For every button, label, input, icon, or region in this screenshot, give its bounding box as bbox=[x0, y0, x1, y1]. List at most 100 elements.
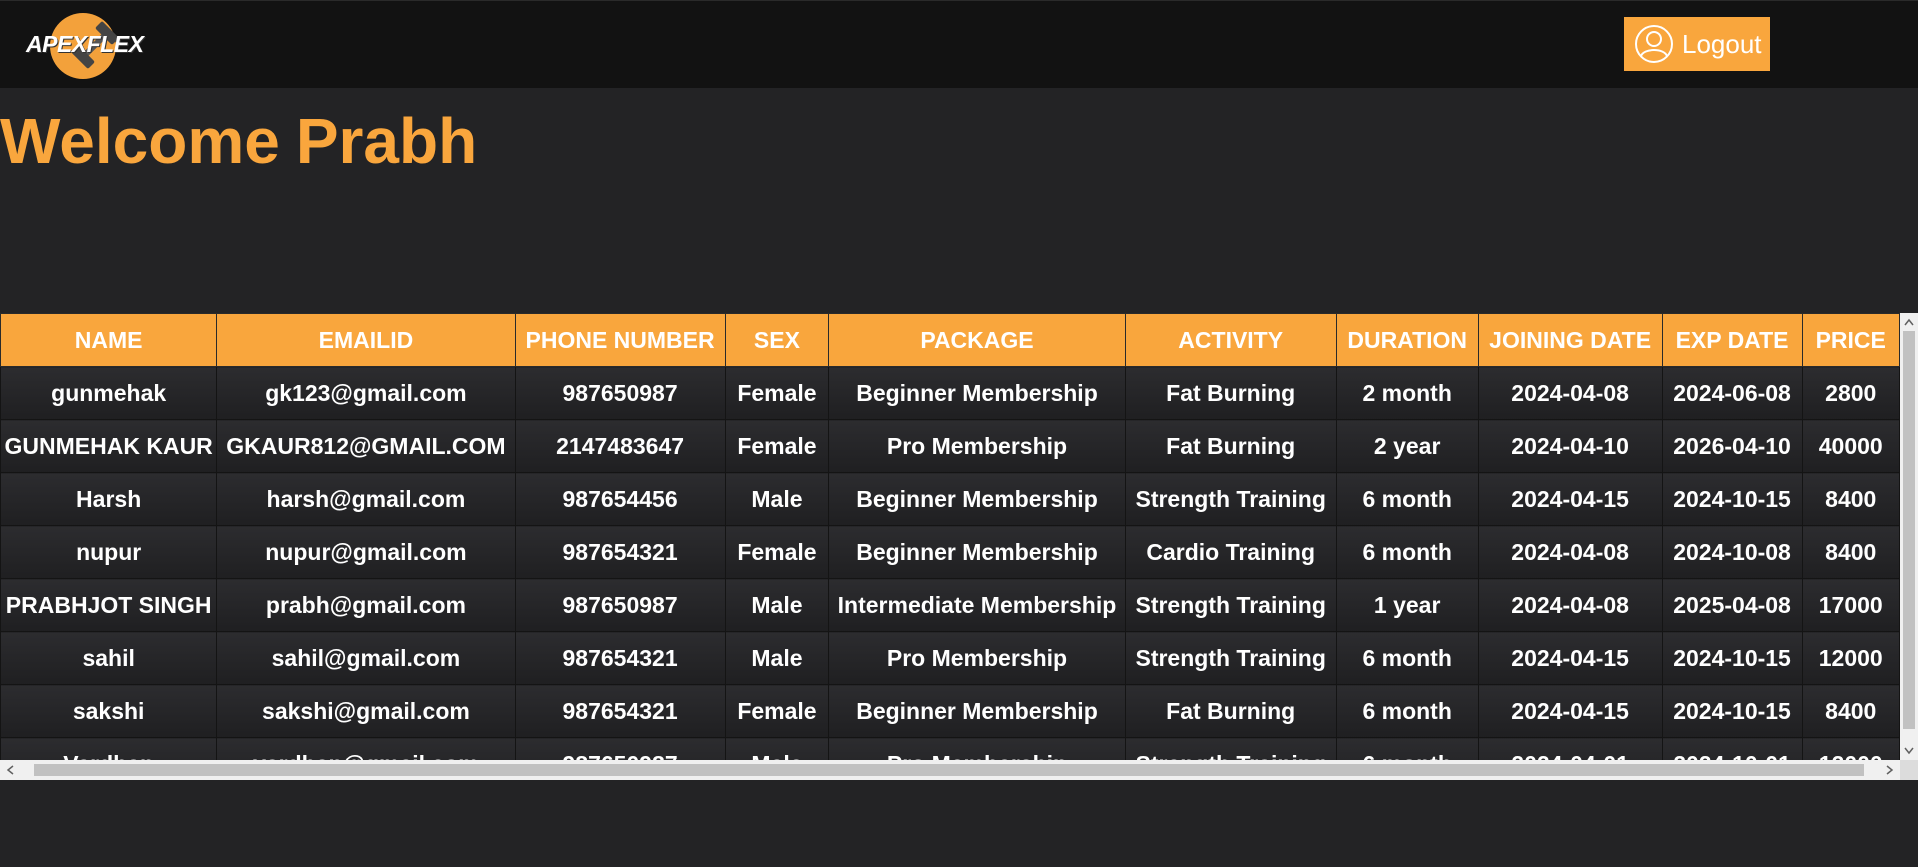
cell-exp-date: 2024-10-01 bbox=[1661, 737, 1803, 760]
column-header-name[interactable]: NAME bbox=[0, 313, 218, 367]
cell-name: Harsh bbox=[0, 472, 218, 526]
cell-exp-date: 2024-06-08 bbox=[1661, 366, 1803, 420]
cell-price: 8400 bbox=[1801, 525, 1900, 579]
cell-activity: Cardio Training bbox=[1124, 525, 1337, 579]
cell-joining-date: 2024-04-08 bbox=[1477, 366, 1663, 420]
column-header-activity[interactable]: ACTIVITY bbox=[1124, 313, 1337, 367]
cell-exp-date: 2026-04-10 bbox=[1661, 419, 1803, 473]
cell-exp-date: 2024-10-08 bbox=[1661, 525, 1803, 579]
cell-email: sahil@gmail.com bbox=[216, 631, 516, 685]
cell-duration: 6 month bbox=[1335, 684, 1479, 738]
column-header-exp-date[interactable]: EXP DATE bbox=[1661, 313, 1803, 367]
table-row: nupur nupur@gmail.com 987654321 Female Begin… bbox=[0, 525, 1900, 579]
cell-price: 17000 bbox=[1801, 578, 1900, 632]
cell-phone: 987654321 bbox=[514, 631, 726, 685]
page-title: Welcome Prabh bbox=[0, 104, 477, 178]
cell-activity: Strength Training bbox=[1124, 472, 1337, 526]
cell-email: gk123@gmail.com bbox=[216, 366, 516, 420]
scroll-up-arrow-icon[interactable] bbox=[1900, 313, 1918, 331]
column-header-sex[interactable]: SEX bbox=[724, 313, 830, 367]
cell-activity: Strength Training bbox=[1124, 737, 1337, 760]
cell-joining-date: 2024-04-15 bbox=[1477, 631, 1663, 685]
vertical-scrollbar[interactable] bbox=[1900, 313, 1918, 760]
cell-package: Intermediate Membership bbox=[828, 578, 1126, 632]
cell-package: Beginner Membership bbox=[828, 366, 1126, 420]
cell-joining-date: 2024-04-15 bbox=[1477, 472, 1663, 526]
cell-name: sahil bbox=[0, 631, 218, 685]
cell-sex: Male bbox=[724, 578, 830, 632]
cell-price: 2800 bbox=[1801, 366, 1900, 420]
cell-phone: 2147483647 bbox=[514, 419, 726, 473]
scroll-left-arrow-icon[interactable] bbox=[0, 760, 20, 780]
table-row: gunmehak gk123@gmail.com 987650987 Female Be… bbox=[0, 366, 1900, 420]
cell-duration: 2 month bbox=[1335, 366, 1479, 420]
column-header-duration[interactable]: DURATION bbox=[1335, 313, 1479, 367]
members-table-body: gunmehak gk123@gmail.com 987650987 Female Be… bbox=[0, 366, 1900, 760]
cell-duration: 6 month bbox=[1335, 737, 1479, 760]
cell-activity: Strength Training bbox=[1124, 578, 1337, 632]
members-table-viewport: NAME EMAILID PHONE NUMBER SEX PACKAGE AC… bbox=[0, 313, 1900, 760]
cell-name: nupur bbox=[0, 525, 218, 579]
cell-phone: 987650987 bbox=[514, 366, 726, 420]
cell-price: 12000 bbox=[1801, 737, 1900, 760]
cell-email: nupur@gmail.com bbox=[216, 525, 516, 579]
column-header-package[interactable]: PACKAGE bbox=[828, 313, 1126, 367]
cell-price: 12000 bbox=[1801, 631, 1900, 685]
cell-name: GUNMEHAK KAUR bbox=[0, 419, 218, 473]
cell-sex: Male bbox=[724, 737, 830, 760]
cell-activity: Fat Burning bbox=[1124, 366, 1337, 420]
cell-sex: Female bbox=[724, 525, 830, 579]
horizontal-scroll-thumb[interactable] bbox=[34, 764, 1864, 776]
table-row: sahil sahil@gmail.com 987654321 Male Pro Mem… bbox=[0, 631, 1900, 685]
cell-duration: 6 month bbox=[1335, 472, 1479, 526]
welcome-user-name: Prabh bbox=[295, 105, 478, 177]
cell-exp-date: 2024-10-15 bbox=[1661, 631, 1803, 685]
cell-joining-date: 2024-04-10 bbox=[1477, 419, 1663, 473]
cell-duration: 6 month bbox=[1335, 525, 1479, 579]
cell-exp-date: 2024-10-15 bbox=[1661, 472, 1803, 526]
cell-phone: 987654456 bbox=[514, 472, 726, 526]
cell-exp-date: 2024-10-15 bbox=[1661, 684, 1803, 738]
column-header-phone[interactable]: PHONE NUMBER bbox=[514, 313, 726, 367]
column-header-email[interactable]: EMAILID bbox=[216, 313, 516, 367]
cell-phone: 987650987 bbox=[514, 737, 726, 760]
cell-sex: Male bbox=[724, 631, 830, 685]
user-circle-icon bbox=[1635, 25, 1673, 63]
vertical-scroll-thumb[interactable] bbox=[1903, 331, 1915, 729]
cell-activity: Fat Burning bbox=[1124, 684, 1337, 738]
cell-name: sakshi bbox=[0, 684, 218, 738]
brand-logo[interactable]: APEXFLEX bbox=[26, 11, 156, 81]
cell-package: Beginner Membership bbox=[828, 472, 1126, 526]
scroll-down-arrow-icon[interactable] bbox=[1900, 742, 1918, 760]
cell-price: 8400 bbox=[1801, 472, 1900, 526]
cell-activity: Strength Training bbox=[1124, 631, 1337, 685]
cell-package: Beginner Membership bbox=[828, 525, 1126, 579]
table-header-row: NAME EMAILID PHONE NUMBER SEX PACKAGE AC… bbox=[0, 313, 1900, 367]
table-row: Harsh harsh@gmail.com 987654456 Male Beginne… bbox=[0, 472, 1900, 526]
cell-email: prabh@gmail.com bbox=[216, 578, 516, 632]
members-table: NAME EMAILID PHONE NUMBER SEX PACKAGE AC… bbox=[0, 313, 1900, 760]
cell-sex: Female bbox=[724, 684, 830, 738]
column-header-joining-date[interactable]: JOINING DATE bbox=[1477, 313, 1663, 367]
cell-duration: 6 month bbox=[1335, 631, 1479, 685]
cell-sex: Female bbox=[724, 419, 830, 473]
scrollbar-corner bbox=[1900, 760, 1918, 780]
logout-button[interactable]: Logout bbox=[1624, 17, 1770, 71]
cell-price: 8400 bbox=[1801, 684, 1900, 738]
cell-joining-date: 2024-04-01 bbox=[1477, 737, 1663, 760]
logout-label: Logout bbox=[1682, 28, 1762, 59]
cell-exp-date: 2025-04-08 bbox=[1661, 578, 1803, 632]
cell-sex: Male bbox=[724, 472, 830, 526]
horizontal-scrollbar[interactable] bbox=[0, 760, 1900, 780]
brand-name: APEXFLEX bbox=[26, 31, 144, 57]
cell-sex: Female bbox=[724, 366, 830, 420]
top-navbar: APEXFLEX Logout bbox=[0, 0, 1918, 88]
welcome-greeting: Welcome bbox=[0, 105, 280, 177]
column-header-price[interactable]: PRICE bbox=[1801, 313, 1900, 367]
cell-email: vardhan@gmail.com bbox=[216, 737, 516, 760]
cell-package: Pro Membership bbox=[828, 419, 1126, 473]
scroll-right-arrow-icon[interactable] bbox=[1880, 760, 1900, 780]
cell-joining-date: 2024-04-15 bbox=[1477, 684, 1663, 738]
cell-name: PRABHJOT SINGH bbox=[0, 578, 218, 632]
table-row: Vardhanvardhan@gmail.com987650987MalePro… bbox=[0, 737, 1900, 760]
